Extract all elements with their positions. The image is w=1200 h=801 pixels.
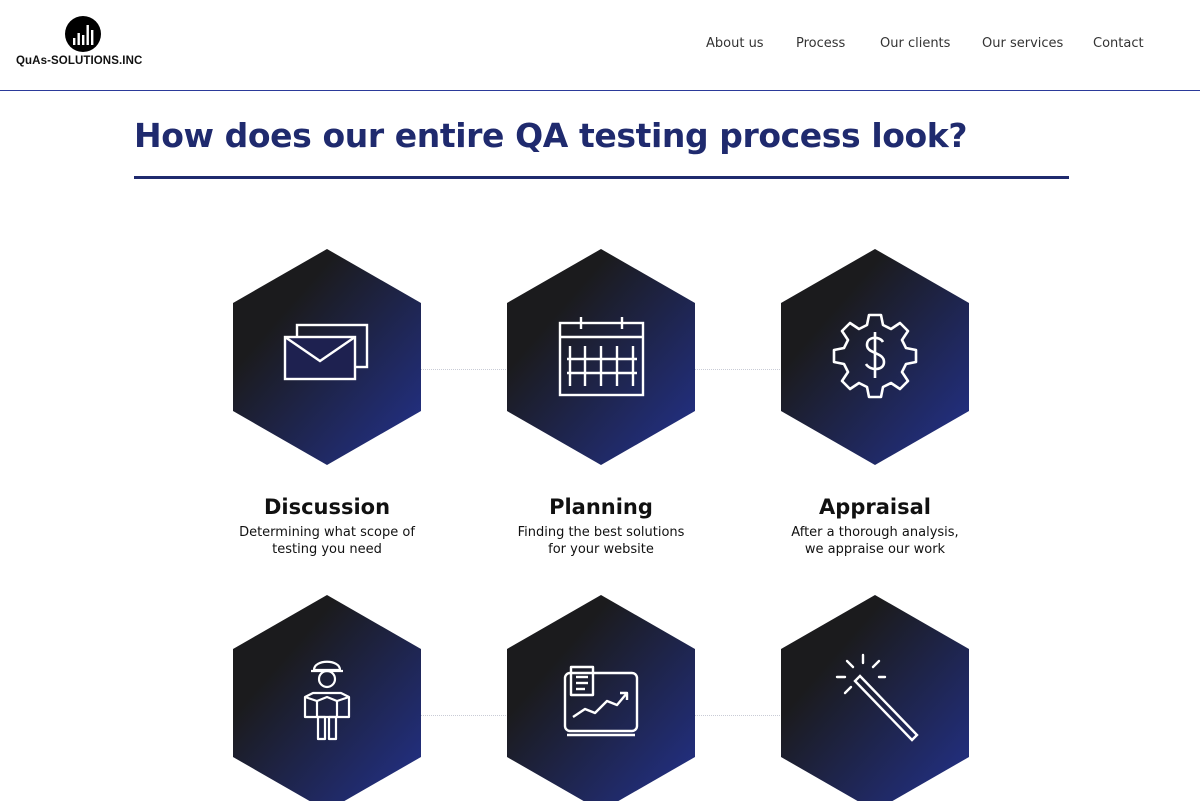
connector-line (421, 715, 508, 716)
brand-logo[interactable]: QuAs-SOLUTIONS.INC (16, 16, 156, 72)
step-description-line: for your website (548, 542, 654, 557)
step-planning-hexagon[interactable] (507, 249, 695, 465)
connector-line (421, 369, 508, 370)
step-finish-hexagon[interactable] (781, 595, 969, 801)
nav-about-us[interactable]: About us (706, 36, 764, 54)
step-description-line: we appraise our work (804, 542, 946, 557)
step-report-hexagon[interactable] (507, 595, 695, 801)
nav-our-services[interactable]: Our services (982, 36, 1063, 54)
step-title: Appraisal (819, 495, 931, 519)
connector-line (695, 715, 782, 716)
step-appraisal-hexagon[interactable] (781, 249, 969, 465)
nav-contact[interactable]: Contact (1093, 36, 1144, 54)
nav-process[interactable]: Process (796, 36, 845, 54)
page-title: How does our entire QA testing process l… (134, 116, 968, 155)
title-underline (134, 176, 1069, 179)
site-header: QuAs-SOLUTIONS.INC About us Process Our … (0, 0, 1200, 91)
step-title: Planning (549, 495, 653, 519)
step-description-line: After a thorough analysis, (791, 525, 959, 540)
brand-name: QuAs-SOLUTIONS.INC (16, 55, 143, 67)
step-description-line: testing you need (272, 542, 382, 557)
step-discussion-hexagon[interactable] (233, 249, 421, 465)
step-title: Discussion (263, 495, 391, 519)
connector-line (695, 369, 782, 370)
step-engineer-hexagon[interactable] (233, 595, 421, 801)
step-description-line: Finding the best solutions (517, 525, 685, 540)
step-description-line: Determining what scope of (239, 525, 415, 540)
nav-our-clients[interactable]: Our clients (880, 36, 950, 54)
step-description: Finding the best solutions for your webs… (481, 524, 721, 558)
step-description: Determining what scope of testing you ne… (207, 524, 447, 558)
bar-chart-icon (65, 16, 101, 52)
step-description: After a thorough analysis, we appraise o… (755, 524, 995, 558)
